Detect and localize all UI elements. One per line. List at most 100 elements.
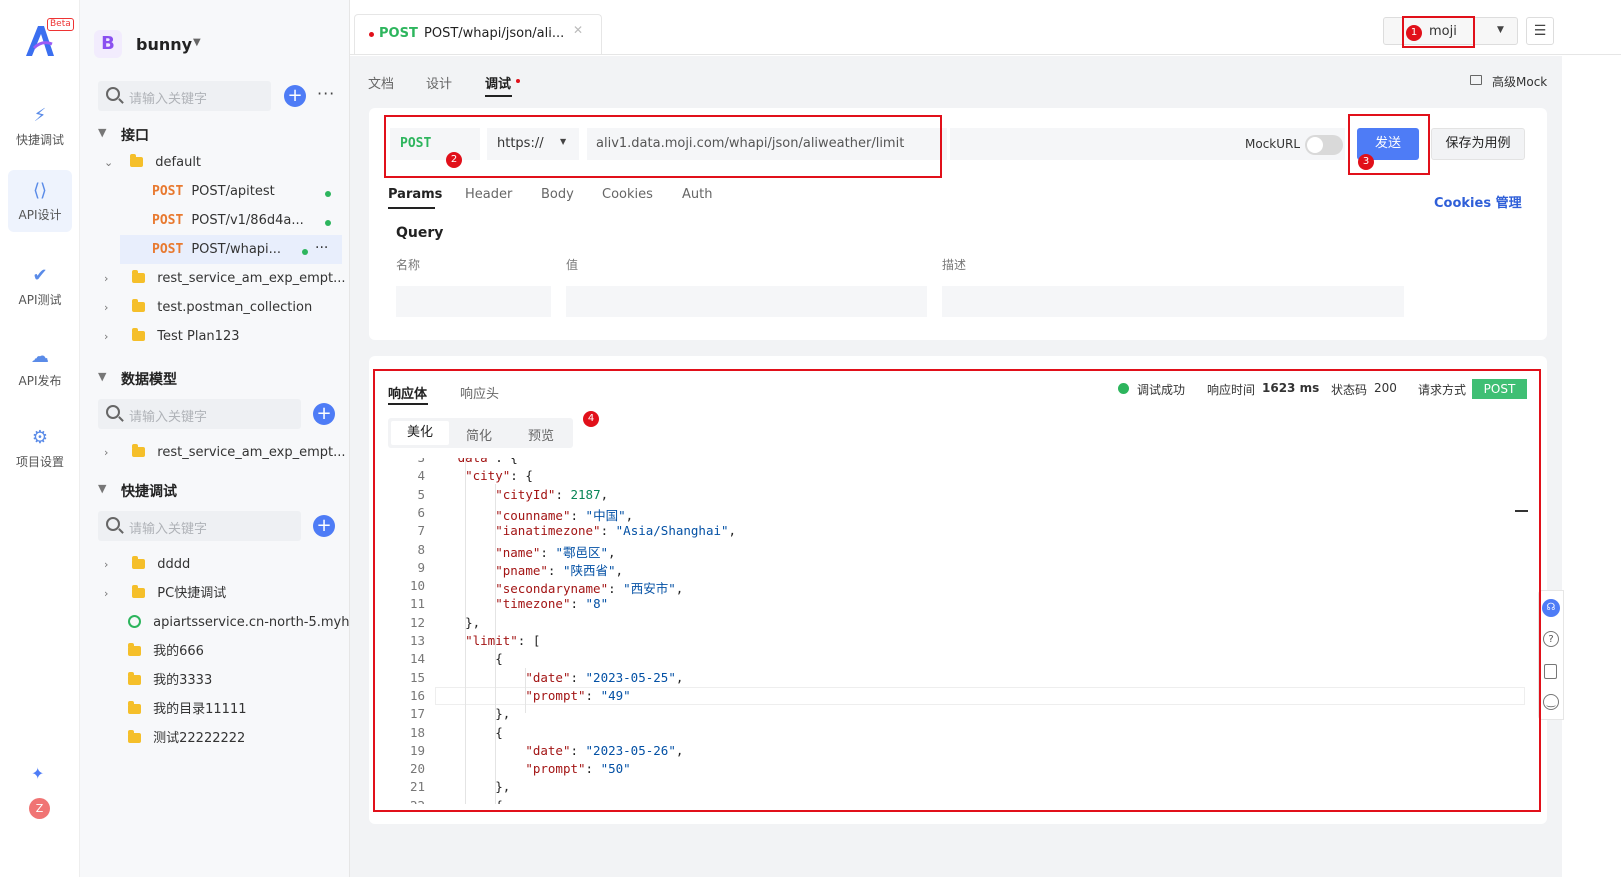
folder-icon [128,643,141,656]
code-icon: ⟨⟩ [32,180,48,201]
status-dot [325,191,331,197]
param-name-input[interactable] [396,286,551,317]
smile-icon[interactable]: ‿ [1543,694,1559,710]
collapse-icon[interactable]: ▼ [98,126,110,139]
tree-label: 测试22222222 [153,731,246,746]
col-desc: 描述 [942,258,967,272]
close-icon[interactable]: ✕ [573,23,583,37]
add-interface-button[interactable]: + [284,85,306,107]
chevron-right-icon: › [104,446,109,459]
tree-quick-test[interactable]: 测试22222222 [128,724,245,753]
save-as-case-button[interactable]: 保存为用例 [1431,128,1525,160]
tree-folder-test-plan[interactable]: › Test Plan123 [104,322,239,351]
param-value-input[interactable] [566,286,927,317]
float-toolbar: ☊ ? ‿ [1538,590,1564,720]
cloud-upload-icon: ☁ [31,346,49,367]
magic-wand-icon[interactable]: ✦ [31,764,44,783]
tree-label: rest_service_am_exp_empt... [157,445,346,460]
check-cube-icon: ✔ [32,265,48,286]
tree-label: 我的目录11111 [153,702,247,717]
beta-badge: Beta [47,18,74,31]
tree-folder-postman[interactable]: › test.postman_collection [104,293,312,322]
tree-label: test.postman_collection [157,300,313,315]
help-icon[interactable]: ? [1543,631,1559,647]
param-desc-input[interactable] [942,286,1404,317]
add-quick-button[interactable]: + [313,515,335,537]
model-search-input[interactable]: 请输入关键字 [98,399,301,429]
folder-icon [128,672,141,685]
folder-icon [128,701,141,714]
rail-api-test[interactable]: ✔ API测试 [8,255,72,317]
rail-label: API设计 [18,208,62,222]
tab-header[interactable]: Header [465,187,512,202]
tab-body[interactable]: Body [541,187,574,202]
rail-api-design[interactable]: ⟨⟩ API设计 [8,170,72,232]
feedback-icon[interactable] [1544,664,1557,679]
search-placeholder: 请输入关键字 [129,410,208,425]
tree-label: rest_service_am_exp_empt... [157,271,346,286]
project-logo: B [94,30,122,58]
tree-quick-dir[interactable]: 我的目录11111 [128,695,247,724]
chevron-right-icon: › [104,587,109,600]
tree-label: 我的666 [153,644,204,659]
params-underline [388,207,435,209]
cookies-manage-link[interactable]: Cookies 管理 [1434,192,1522,211]
add-model-button[interactable]: + [313,403,335,425]
tree-label: default [155,155,202,170]
search-input[interactable]: 请输入关键字 [98,81,271,111]
env-settings-icon[interactable]: ☰ [1526,17,1554,45]
avatar[interactable]: Z [29,798,50,819]
quick-search-input[interactable]: 请输入关键字 [98,511,301,541]
headset-icon[interactable]: ☊ [1542,599,1560,617]
tree-folder-default[interactable]: ⌄ default [104,148,201,177]
annotation-box-2 [384,115,942,178]
rail-api-publish[interactable]: ☁ API发布 [8,336,72,398]
tree-quick-service[interactable]: apiartsservice.cn-north-5.myh [128,608,350,637]
tree-quick-666[interactable]: 我的666 [128,637,204,666]
tree-quick-3333[interactable]: 我的3333 [128,666,212,695]
search-icon [106,405,120,419]
annotation-badge-4: 4 [583,411,599,427]
tree-model-rest-service[interactable]: › rest_service_am_exp_empt... [104,438,346,467]
tab-title: POST/whapi/json/ali... [424,26,565,41]
tree-api-1[interactable]: POST POST/apitest [152,177,332,206]
rail-project-settings[interactable]: ⚙ 项目设置 [8,417,72,479]
unsaved-dot [369,32,374,37]
tree-folder-rest-service[interactable]: › rest_service_am_exp_empt... [104,264,346,293]
subtab-design[interactable]: 设计 [426,73,452,92]
tree-api-2[interactable]: POST POST/v1/86d4a... [152,206,332,235]
mock-url-label: MockURL [1245,137,1301,151]
more-icon[interactable]: ··· [317,84,335,103]
mock-url-toggle[interactable] [1305,135,1343,155]
rail-label: 项目设置 [15,455,64,469]
method-badge: POST [152,213,184,228]
tree-quick-pc[interactable]: › PC快捷调试 [104,579,226,608]
chevron-down-icon[interactable]: ▼ [193,37,201,48]
caret-down-icon: ▼ [1497,25,1504,35]
folder-icon [132,585,146,598]
tab-cookies[interactable]: Cookies [602,187,653,202]
rail-label: API测试 [18,293,62,307]
folder-icon [128,730,141,743]
advanced-mock-link[interactable]: 高级Mock [1492,73,1547,90]
chevron-right-icon: › [104,272,109,285]
tab-params[interactable]: Params [388,187,442,202]
more-icon[interactable]: ··· [315,234,328,263]
tree-label: PC快捷调试 [157,586,227,601]
collapse-icon[interactable]: ▼ [98,370,110,383]
subtab-dot [516,79,520,83]
folder-icon [132,299,146,312]
project-name[interactable]: bunny [136,35,192,54]
tree-quick-dddd[interactable]: › dddd [104,550,190,579]
icon-rail: Beta ⚡ 快捷调试 ⟨⟩ API设计 ✔ API测试 ☁ API发布 ⚙ 项… [0,0,80,877]
subtab-debug[interactable]: 调试 [485,73,511,92]
status-dot [325,220,331,226]
subtab-doc[interactable]: 文档 [368,73,394,92]
rail-quick-debug[interactable]: ⚡ 快捷调试 [8,95,72,157]
api-tab[interactable]: POST POST/whapi/json/ali... ✕ [354,14,602,54]
method-badge: POST [152,184,184,199]
collapse-icon[interactable]: ▼ [98,482,110,495]
chevron-right-icon: › [104,558,109,571]
tree-api-3[interactable]: POST POST/whapi... ··· [120,235,342,264]
tab-auth[interactable]: Auth [682,187,712,202]
